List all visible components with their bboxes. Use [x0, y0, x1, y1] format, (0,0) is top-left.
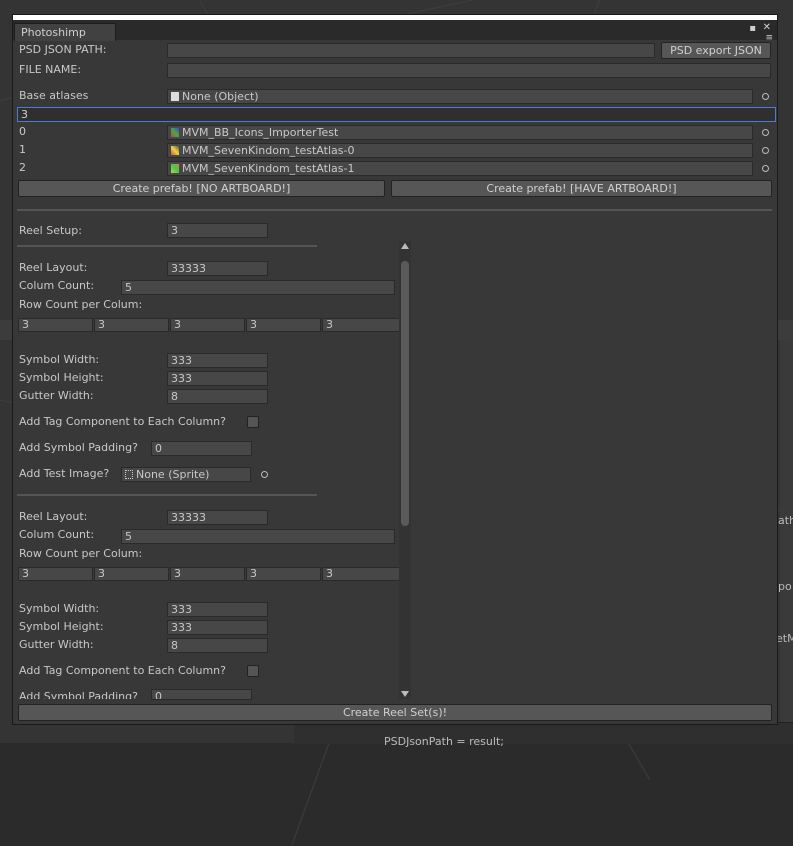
divider — [17, 209, 772, 211]
reel-setup-label: Reel Setup: — [19, 224, 82, 237]
reel-setup-field[interactable]: 3 — [167, 223, 268, 238]
colum-count-label: Colum Count: — [19, 279, 95, 292]
gutter-width-label: Gutter Width: — [19, 638, 94, 651]
object-picker-icon[interactable] — [762, 147, 769, 154]
row-count-field[interactable]: 3 — [322, 567, 401, 581]
file-name-field[interactable] — [167, 63, 771, 78]
row-count-field[interactable]: 3 — [170, 318, 245, 332]
atlas-count-field[interactable]: 3 — [17, 107, 776, 122]
base-atlases-label: Base atlases — [19, 89, 89, 102]
background-code-fragment: etM — [776, 632, 793, 645]
add-symbol-padding-label: Add Symbol Padding? — [19, 690, 138, 699]
atlas-item-name: MVM_SevenKindom_testAtlas-1 — [182, 162, 355, 175]
row-count-field[interactable]: 3 — [246, 318, 321, 332]
add-tag-component-checkbox[interactable] — [247, 416, 259, 428]
row-count-label: Row Count per Colum: — [19, 298, 143, 311]
divider — [17, 245, 317, 247]
symbol-height-label: Symbol Height: — [19, 371, 104, 384]
object-picker-icon[interactable] — [762, 93, 769, 100]
row-count-field[interactable]: 3 — [94, 318, 169, 332]
atlas-item-name: MVM_BB_Icons_ImporterTest — [182, 126, 339, 139]
vertical-scrollbar[interactable] — [399, 241, 411, 699]
gutter-width-field[interactable]: 8 — [167, 638, 268, 653]
row-count-field[interactable]: 3 — [18, 318, 93, 332]
tab-bar: Photoshimp ▪ ✕ ≡ — [13, 20, 777, 43]
reel-layout-label: Reel Layout: — [19, 510, 88, 523]
add-test-image-label: Add Test Image? — [19, 467, 110, 480]
row-count-field[interactable]: 3 — [322, 318, 401, 332]
sprite-icon — [125, 470, 133, 479]
colum-count-field[interactable]: 5 — [121, 280, 395, 295]
close-icon[interactable]: ✕ — [763, 23, 771, 33]
symbol-height-field[interactable]: 333 — [167, 371, 268, 386]
add-tag-component-checkbox[interactable] — [247, 665, 259, 677]
symbol-width-field[interactable]: 333 — [167, 353, 268, 368]
add-symbol-padding-label: Add Symbol Padding? — [19, 441, 138, 454]
background-code-fragment: ath — [778, 514, 793, 527]
scroll-up-arrow-icon[interactable] — [401, 243, 409, 249]
row-count-field[interactable]: 3 — [18, 567, 93, 581]
atlas-index: 0 — [19, 125, 26, 138]
base-atlases-field[interactable]: None (Object) — [167, 89, 753, 104]
object-picker-icon[interactable] — [762, 129, 769, 136]
background-code-panel: PSDJsonPath = result; — [294, 722, 793, 748]
row-count-field[interactable]: 3 — [246, 567, 321, 581]
photoshimp-window: Photoshimp ▪ ✕ ≡ PSD JSON PATH: PSD expo… — [12, 14, 778, 725]
background-code-line: PSDJsonPath = result; — [384, 735, 504, 748]
psd-json-path-field[interactable] — [167, 43, 655, 58]
add-symbol-padding-field[interactable]: 0 — [151, 689, 252, 700]
add-tag-component-label: Add Tag Component to Each Column? — [19, 664, 226, 677]
psd-export-json-button[interactable]: PSD export JSON — [661, 42, 771, 59]
colum-count-field[interactable]: 5 — [121, 529, 395, 544]
atlas-item-field[interactable]: MVM_BB_Icons_ImporterTest — [167, 125, 753, 140]
reel-layout-field[interactable]: 33333 — [167, 261, 268, 276]
texture-icon — [171, 164, 179, 173]
file-name-label: FILE NAME: — [19, 63, 82, 76]
tab-photoshimp[interactable]: Photoshimp — [14, 23, 116, 41]
scroll-down-arrow-icon[interactable] — [401, 691, 409, 697]
gutter-width-label: Gutter Width: — [19, 389, 94, 402]
symbol-width-field[interactable]: 333 — [167, 602, 268, 617]
atlas-item-field[interactable]: MVM_SevenKindom_testAtlas-1 — [167, 161, 753, 176]
create-reel-sets-button[interactable]: Create Reel Set(s)! — [18, 704, 772, 721]
base-atlases-value: None (Object) — [182, 90, 259, 103]
divider — [17, 494, 317, 496]
texture-icon — [171, 128, 179, 137]
add-test-image-field[interactable]: None (Sprite) — [121, 467, 251, 482]
tab-title: Photoshimp — [21, 26, 86, 39]
atlas-index: 1 — [19, 143, 26, 156]
create-prefab-have-artboard-button[interactable]: Create prefab! [HAVE ARTBOARD!] — [391, 180, 772, 197]
add-symbol-padding-field[interactable]: 0 — [151, 441, 252, 456]
symbol-width-label: Symbol Width: — [19, 353, 100, 366]
add-tag-component-label: Add Tag Component to Each Column? — [19, 415, 226, 428]
row-count-field[interactable]: 3 — [94, 567, 169, 581]
symbol-height-field[interactable]: 333 — [167, 620, 268, 635]
object-icon — [171, 92, 179, 101]
reel-layout-label: Reel Layout: — [19, 261, 88, 274]
reel-layout-field[interactable]: 33333 — [167, 510, 268, 525]
row-count-label: Row Count per Colum: — [19, 547, 143, 560]
symbol-height-label: Symbol Height: — [19, 620, 104, 633]
atlas-index: 2 — [19, 161, 26, 174]
atlas-item-field[interactable]: MVM_SevenKindom_testAtlas-0 — [167, 143, 753, 158]
row-count-field[interactable]: 3 — [170, 567, 245, 581]
background-code-fragment: po — [778, 580, 792, 593]
texture-icon — [171, 146, 179, 155]
object-picker-icon[interactable] — [762, 165, 769, 172]
atlas-item-name: MVM_SevenKindom_testAtlas-0 — [182, 144, 355, 157]
symbol-width-label: Symbol Width: — [19, 602, 100, 615]
object-picker-icon[interactable] — [261, 471, 268, 478]
gutter-width-field[interactable]: 8 — [167, 389, 268, 404]
psd-json-path-label: PSD JSON PATH: — [19, 43, 107, 56]
maximize-icon[interactable]: ▪ — [749, 24, 756, 34]
scrollbar-thumb[interactable] — [401, 261, 409, 526]
colum-count-label: Colum Count: — [19, 528, 95, 541]
add-test-image-value: None (Sprite) — [136, 468, 210, 481]
background-panel — [780, 340, 793, 743]
create-prefab-no-artboard-button[interactable]: Create prefab! [NO ARTBOARD!] — [18, 180, 385, 197]
